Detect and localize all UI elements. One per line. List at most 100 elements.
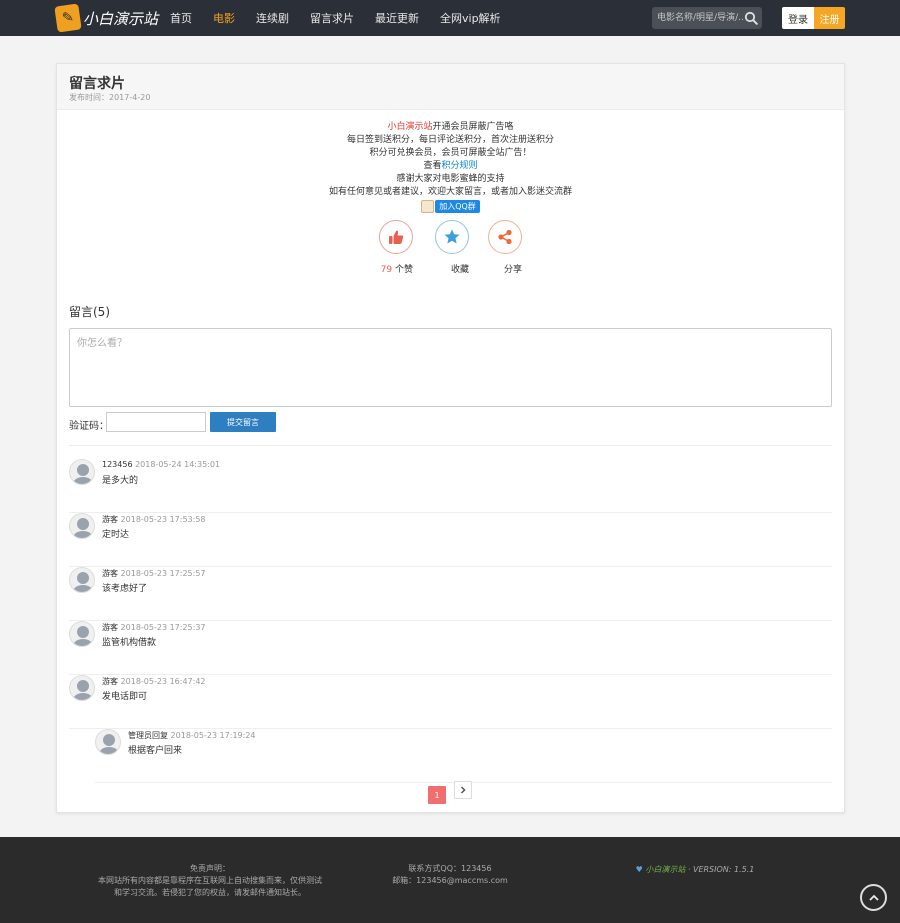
avatar [69, 567, 95, 593]
contact-email: 邮箱：123456@maccms.com [392, 876, 508, 885]
share-icon [488, 220, 522, 254]
comment-time: 2018-05-24 14:35:01 [135, 460, 221, 469]
chevron-right-icon [460, 786, 466, 794]
divider [69, 445, 832, 446]
nav-movies[interactable]: 电影 [213, 10, 235, 26]
favorite-label: 收藏 [450, 265, 469, 275]
chevron-up-icon [868, 894, 879, 901]
comment-meta: 游客 2018-05-23 17:25:57 [102, 568, 206, 579]
footer-brand[interactable]: 小白演示站 [645, 865, 685, 874]
logo-icon: ✎ [54, 3, 82, 33]
comment-meta: 游客 2018-05-23 16:47:42 [102, 676, 206, 687]
footer: 免责声明： 本网站所有内容都是靠程序在互联网上自动搜集而来，仅供测试 和学习交流… [0, 837, 900, 923]
star-icon [435, 220, 469, 254]
avatar [69, 621, 95, 647]
notice-line-1: 小白演示站开通会员屏蔽广告咯 [57, 121, 844, 134]
comment-text: 发电话即可 [102, 692, 148, 702]
comment-text: 该考虑好了 [102, 584, 148, 594]
comment-textarea[interactable] [69, 328, 832, 407]
notice-line-2: 每日签到送积分，每日评论送积分，首次注册送积分 [346, 135, 554, 145]
search-box [652, 7, 762, 29]
comment-time: 2018-05-23 16:47:42 [120, 677, 206, 686]
version-text: · VERSION: 1.5.1 [685, 865, 755, 874]
avatar [69, 675, 95, 701]
search-icon[interactable] [744, 11, 758, 25]
admin-reply: 管理员回复 2018-05-23 17:19:24 根据客户回来 [95, 729, 832, 783]
comment-author: 游客 [102, 569, 118, 578]
back-to-top-button[interactable] [860, 884, 887, 911]
points-rules-link[interactable]: 积分规则 [442, 161, 478, 171]
notice-site-link[interactable]: 小白演示站 [387, 122, 432, 132]
avatar [69, 459, 95, 485]
comment-item: 游客 2018-05-23 17:25:37 监管机构借款 [69, 621, 832, 675]
guestbook-card: 留言求片 发布时间：2017-4-20 小白演示站开通会员屏蔽广告咯 每日签到送… [56, 63, 845, 813]
reply-meta: 管理员回复 2018-05-23 17:19:24 [128, 730, 256, 741]
comment-meta: 游客 2018-05-23 17:25:37 [102, 622, 206, 633]
nav-series[interactable]: 连续剧 [256, 10, 289, 26]
nav-recent[interactable]: 最近更新 [375, 10, 419, 26]
disclaimer-title: 免责声明： [190, 864, 230, 873]
notice-line-1-text: 开通会员屏蔽广告咯 [432, 122, 514, 132]
notice-line-5: 感谢大家对电影蜜蜂的支持 [396, 174, 505, 184]
join-qq-group-button[interactable]: 加入QQ群 [421, 199, 480, 213]
notice-line-4-prefix: 查看 [423, 161, 442, 171]
reply-text: 根据客户回来 [128, 746, 183, 756]
like-count-label: 79 个赞 [381, 262, 413, 275]
comment-item: 游客 2018-05-23 16:47:42 发电话即可 [69, 675, 832, 729]
nav-home[interactable]: 首页 [170, 10, 192, 26]
heart-icon: ♥ [635, 865, 643, 874]
nav-vip-parse[interactable]: 全网vip解析 [440, 10, 501, 26]
avatar [95, 729, 121, 755]
reply-author: 管理员回复 [128, 731, 168, 740]
comment-time: 2018-05-23 17:25:57 [120, 569, 206, 578]
comment-meta: 123456 2018-05-24 14:35:01 [102, 460, 220, 469]
comment-author: 123456 [102, 460, 133, 469]
comment-text: 是多大的 [102, 476, 139, 486]
submit-comment-button[interactable]: 提交留言 [210, 412, 276, 432]
comments-title: 留言(5) [69, 305, 110, 319]
page-title: 留言求片 [69, 76, 125, 92]
disclaimer: 免责声明： 本网站所有内容都是靠程序在互联网上自动搜集而来，仅供测试 和学习交流… [90, 863, 330, 899]
like-count: 79 [380, 265, 393, 275]
notice-line-4: 查看积分规则 [57, 160, 844, 173]
qq-group-icon [421, 199, 435, 213]
comment-text: 监管机构借款 [102, 638, 157, 648]
comment-author: 游客 [102, 515, 118, 524]
login-button[interactable]: 登录 [782, 7, 814, 29]
reply-time: 2018-05-23 17:19:24 [170, 731, 256, 740]
comment-author: 游客 [102, 677, 118, 686]
site-logo[interactable]: ✎ 小白演示站 [54, 3, 159, 33]
comment-item: 123456 2018-05-24 14:35:01 是多大的 [69, 459, 832, 513]
comment-author: 游客 [102, 623, 118, 632]
top-navbar: ✎ 小白演示站 首页 电影 连续剧 留言求片 最近更新 全网vip解析 登录 注… [0, 0, 900, 36]
page-1-button[interactable]: 1 [428, 786, 446, 804]
captcha-input[interactable] [106, 412, 206, 432]
nav-guestbook[interactable]: 留言求片 [310, 10, 354, 26]
captcha-label: 验证码： [69, 421, 109, 432]
site-notice: 小白演示站开通会员屏蔽广告咯 每日签到送积分，每日评论送积分，首次注册送积分 积… [57, 121, 844, 218]
register-button[interactable]: 注册 [814, 7, 845, 29]
publish-date: 发布时间：2017-4-20 [69, 92, 150, 103]
thumbs-up-icon [379, 220, 413, 254]
version-info: ♥ 小白演示站 · VERSION: 1.5.1 [600, 864, 790, 876]
action-buttons: 79 个赞 收藏 分享 [379, 220, 529, 280]
publish-date-value: 2017-4-20 [109, 93, 151, 102]
favorite-button[interactable]: 收藏 [435, 220, 469, 275]
publish-label: 发布时间： [69, 93, 109, 102]
share-label: 分享 [503, 265, 522, 275]
avatar [69, 513, 95, 539]
next-page-button[interactable] [454, 781, 472, 799]
comment-time: 2018-05-23 17:25:37 [120, 623, 206, 632]
comment-time: 2018-05-23 17:53:58 [120, 515, 206, 524]
contact-qq: 联系方式QQ：123456 [408, 864, 492, 873]
main-nav: 首页 电影 连续剧 留言求片 最近更新 全网vip解析 [170, 0, 522, 36]
card-header: 留言求片 发布时间：2017-4-20 [57, 64, 844, 110]
logo-text: 小白演示站 [83, 9, 159, 28]
share-button[interactable]: 分享 [488, 220, 522, 275]
like-button[interactable]: 79 个赞 [379, 220, 413, 275]
comment-text: 定时达 [102, 530, 130, 540]
comment-item: 游客 2018-05-23 17:25:57 该考虑好了 [69, 567, 832, 621]
notice-line-3: 积分可兑换会员，会员可屏蔽全站广告！ [369, 148, 532, 158]
search-input[interactable] [657, 11, 743, 25]
disclaimer-line-2: 和学习交流。若侵犯了您的权益，请发邮件通知站长。 [114, 888, 306, 897]
